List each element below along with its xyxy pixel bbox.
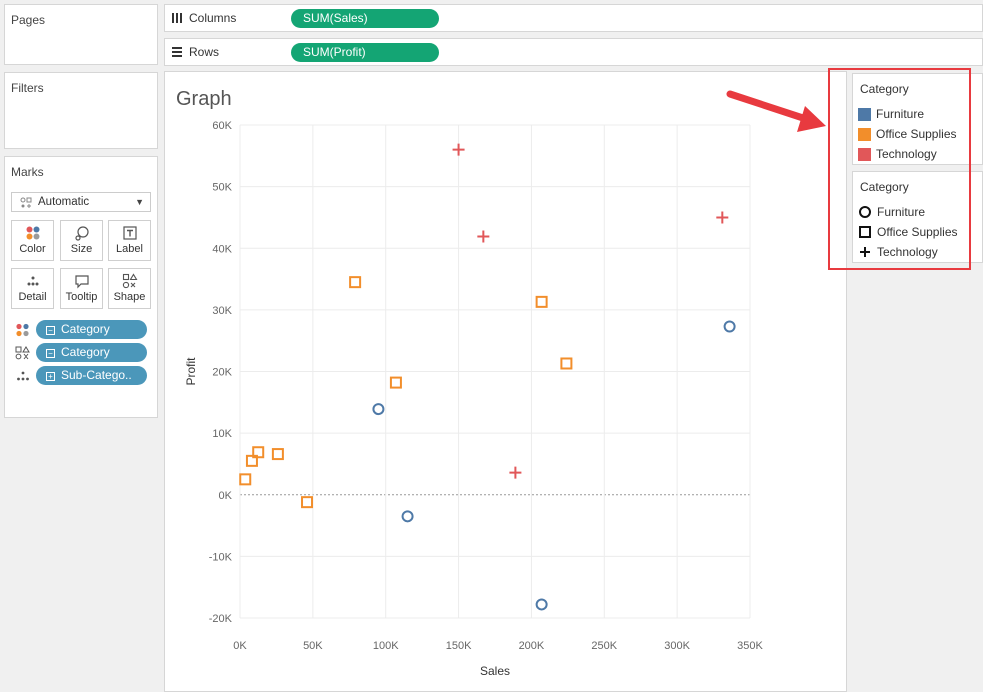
scatter-point-furniture xyxy=(535,598,548,611)
x-tick-label: 200K xyxy=(519,640,545,652)
scatter-point-office-supplies xyxy=(349,276,362,289)
shape-icon xyxy=(109,269,150,289)
mark-type-value: Automatic xyxy=(38,196,90,208)
label-label: Label xyxy=(116,243,143,255)
columns-shelf[interactable]: Columns SUM(Sales) xyxy=(164,4,983,32)
scatter-chart[interactable]: -20K -10K 0K 10K 20K 30K 40K 50K 60K 0K 50K 100K 150… xyxy=(165,72,848,692)
x-tick-label: 150K xyxy=(446,640,472,652)
shape-encoding-icon xyxy=(15,346,30,360)
sum-profit-pill[interactable]: SUM(Profit) xyxy=(291,43,439,62)
scatter-point-furniture xyxy=(401,510,414,523)
rows-label-text: Rows xyxy=(189,45,220,59)
columns-shelf-label: Columns xyxy=(171,11,236,25)
scatter-point-office-supplies xyxy=(389,376,402,389)
detail-button[interactable]: Detail xyxy=(11,268,54,309)
y-tick-label: -10K xyxy=(209,551,233,563)
collapse-icon: − xyxy=(46,326,55,335)
automatic-mark-icon xyxy=(20,197,32,208)
marks-title: Marks xyxy=(11,165,44,179)
x-tick-label: 0K xyxy=(233,640,247,652)
detail-encoding-icon xyxy=(17,371,29,381)
y-tick-label: 30K xyxy=(212,305,232,317)
scatter-point-office-supplies xyxy=(301,496,314,509)
size-button[interactable]: Size xyxy=(60,220,103,261)
detail-label: Detail xyxy=(18,291,47,303)
scatter-point-technology xyxy=(477,230,490,243)
x-axis-title: Sales xyxy=(480,664,510,678)
color-encoding-icon xyxy=(16,323,29,337)
y-tick-label: 50K xyxy=(212,182,232,194)
scatter-point-technology xyxy=(509,466,522,479)
x-tick-label: 100K xyxy=(373,640,399,652)
shape-category-pill[interactable]: − Category xyxy=(36,343,147,362)
scatter-point-technology xyxy=(716,211,729,224)
shape-label: Shape xyxy=(113,291,146,303)
rows-icon xyxy=(172,47,182,57)
color-category-pill[interactable]: − Category xyxy=(36,320,147,339)
scatter-point-office-supplies xyxy=(560,357,573,370)
scatter-point-furniture xyxy=(372,403,385,416)
tooltip-icon xyxy=(61,269,102,289)
label-button[interactable]: Label xyxy=(108,220,151,261)
marks-card: Marks Automatic ▼ Color Size Label Detai… xyxy=(4,156,158,418)
size-label: Size xyxy=(70,243,93,255)
detail-subcategory-pill[interactable]: + Sub-Catego.. xyxy=(36,366,147,385)
scatter-point-office-supplies xyxy=(271,448,284,461)
expand-icon: + xyxy=(46,372,55,381)
rows-shelf-label: Rows xyxy=(171,45,219,59)
y-tick-label: 60K xyxy=(212,120,232,132)
detail-icon xyxy=(12,269,53,288)
tooltip-button[interactable]: Tooltip xyxy=(60,268,103,309)
scatter-point-office-supplies xyxy=(535,295,548,308)
x-tick-label: 250K xyxy=(591,640,617,652)
columns-icon xyxy=(172,13,182,23)
field-name: Category xyxy=(61,322,110,336)
y-tick-label: 20K xyxy=(212,367,232,379)
label-icon xyxy=(109,221,150,240)
field-name: Category xyxy=(61,345,110,359)
y-tick-label: 0K xyxy=(219,490,233,502)
shape-button[interactable]: Shape xyxy=(108,268,151,309)
y-axis-title: Profit xyxy=(184,357,198,386)
legend-highlight-frame xyxy=(828,68,971,270)
y-tick-label: 10K xyxy=(212,428,232,440)
chevron-down-icon: ▼ xyxy=(135,197,144,207)
pages-title: Pages xyxy=(11,13,46,27)
filters-card[interactable]: Filters xyxy=(4,72,158,149)
color-button[interactable]: Color xyxy=(11,220,54,261)
worksheet-view: Graph -20K -10K 0K 10K 20K 30K 40K 50K 60K 0K 50K 1… xyxy=(164,71,847,692)
scatter-point-furniture xyxy=(723,320,736,333)
filters-title: Filters xyxy=(11,81,44,95)
scatter-point-technology xyxy=(452,143,465,156)
columns-label-text: Columns xyxy=(189,11,237,25)
y-tick-label: -20K xyxy=(209,613,233,625)
x-tick-label: 350K xyxy=(737,640,763,652)
y-tick-label: 40K xyxy=(212,243,232,255)
x-tick-label: 50K xyxy=(303,640,323,652)
size-icon xyxy=(61,221,102,241)
scatter-point-office-supplies xyxy=(239,473,252,486)
color-icon xyxy=(12,221,53,240)
rows-shelf[interactable]: Rows SUM(Profit) xyxy=(164,38,983,66)
color-label: Color xyxy=(19,243,46,255)
tooltip-label: Tooltip xyxy=(65,291,98,303)
x-tick-label: 300K xyxy=(664,640,690,652)
pages-card[interactable]: Pages xyxy=(4,4,158,65)
sum-sales-pill[interactable]: SUM(Sales) xyxy=(291,9,439,28)
field-name: Sub-Catego.. xyxy=(61,368,132,382)
collapse-icon: − xyxy=(46,349,55,358)
mark-type-dropdown[interactable]: Automatic ▼ xyxy=(11,192,151,212)
